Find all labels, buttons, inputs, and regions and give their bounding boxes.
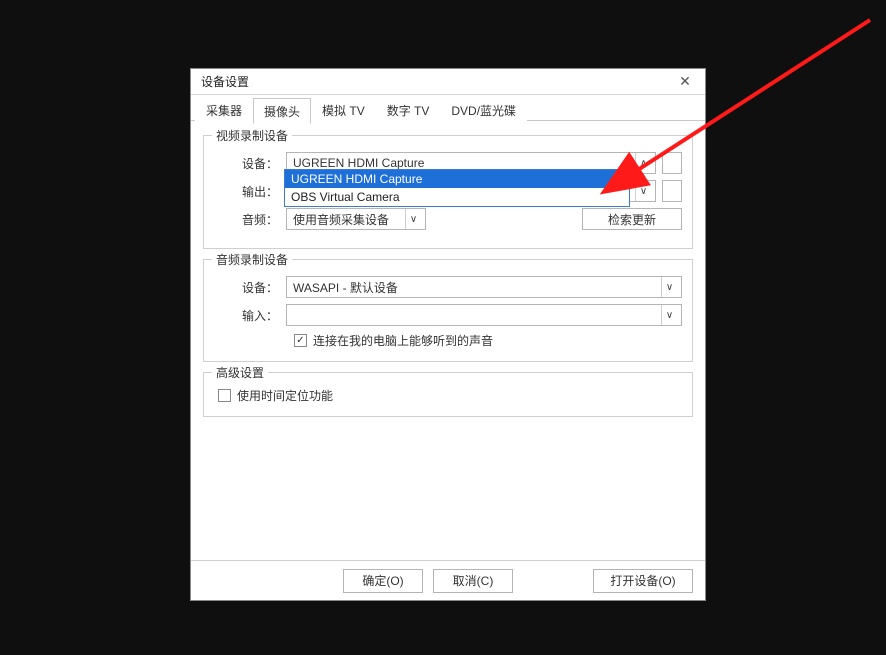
- audio-device-combo[interactable]: WASAPI - 默认设备 ∨: [286, 276, 682, 298]
- video-output-label: 输出：: [214, 183, 286, 200]
- video-group: 视频录制设备 设备： UGREEN HDMI Capture ∧ UGREEN …: [203, 135, 693, 249]
- tab-bar: 采集器 摄像头 模拟 TV 数字 TV DVD/蓝光碟: [191, 95, 705, 121]
- video-audio-label: 音频：: [214, 211, 286, 228]
- video-device-props-button[interactable]: [662, 152, 682, 174]
- video-device-label: 设备：: [214, 155, 286, 172]
- tab-capture[interactable]: 采集器: [195, 97, 253, 123]
- audio-device-row: 设备： WASAPI - 默认设备 ∨: [214, 276, 682, 298]
- chevron-up-icon: ∧: [635, 153, 651, 173]
- chevron-down-icon: ∨: [661, 277, 677, 297]
- video-audio-value: 使用音频采集设备: [293, 211, 389, 228]
- open-device-button[interactable]: 打开设备(O): [593, 569, 693, 593]
- tab-camera[interactable]: 摄像头: [253, 98, 311, 124]
- dialog-title: 设备设置: [201, 73, 249, 90]
- video-audio-combo[interactable]: 使用音频采集设备 ∨: [286, 208, 426, 230]
- chevron-down-icon: ∨: [635, 181, 651, 201]
- audio-monitor-row: ✓ 连接在我的电脑上能够听到的声音: [294, 332, 682, 349]
- titlebar: 设备设置 ✕: [191, 69, 705, 95]
- chevron-down-icon: ∨: [405, 209, 421, 229]
- audio-input-combo[interactable]: ∨: [286, 304, 682, 326]
- video-output-props-button[interactable]: [662, 180, 682, 202]
- audio-monitor-label: 连接在我的电脑上能够听到的声音: [313, 332, 493, 349]
- tab-digital-tv[interactable]: 数字 TV: [376, 97, 441, 123]
- time-seek-checkbox[interactable]: [218, 389, 231, 402]
- advanced-group: 高级设置 使用时间定位功能: [203, 372, 693, 417]
- close-button[interactable]: ✕: [671, 72, 699, 92]
- cancel-button[interactable]: 取消(C): [433, 569, 513, 593]
- chevron-down-icon: ∨: [661, 305, 677, 325]
- audio-device-value: WASAPI - 默认设备: [293, 279, 398, 296]
- audio-group: 音频录制设备 设备： WASAPI - 默认设备 ∨ 输入： ∨ ✓: [203, 259, 693, 362]
- audio-monitor-checkbox[interactable]: ✓: [294, 334, 307, 347]
- device-settings-dialog: 设备设置 ✕ 采集器 摄像头 模拟 TV 数字 TV DVD/蓝光碟 视频录制设…: [190, 68, 706, 601]
- audio-input-row: 输入： ∨: [214, 304, 682, 326]
- video-device-dropdown[interactable]: UGREEN HDMI Capture OBS Virtual Camera: [284, 169, 630, 207]
- advanced-group-title: 高级设置: [212, 364, 268, 381]
- ok-button[interactable]: 确定(O): [343, 569, 423, 593]
- close-icon: ✕: [679, 73, 691, 90]
- time-seek-row: 使用时间定位功能: [218, 387, 682, 404]
- video-group-title: 视频录制设备: [212, 127, 292, 144]
- dialog-content: 视频录制设备 设备： UGREEN HDMI Capture ∧ UGREEN …: [191, 121, 705, 560]
- dropdown-option-obs[interactable]: OBS Virtual Camera: [285, 188, 629, 206]
- tab-analog-tv[interactable]: 模拟 TV: [311, 97, 376, 123]
- video-device-value: UGREEN HDMI Capture: [293, 156, 424, 170]
- audio-device-label: 设备：: [214, 279, 286, 296]
- time-seek-label: 使用时间定位功能: [237, 387, 333, 404]
- check-icon: ✓: [296, 335, 304, 346]
- audio-input-label: 输入：: [214, 307, 286, 324]
- dialog-footer: 确定(O) 取消(C) 打开设备(O): [191, 560, 705, 600]
- search-update-button[interactable]: 检索更新: [582, 208, 682, 230]
- audio-group-title: 音频录制设备: [212, 251, 292, 268]
- dropdown-option-ugreen[interactable]: UGREEN HDMI Capture: [285, 170, 629, 188]
- tab-dvd[interactable]: DVD/蓝光碟: [440, 97, 527, 123]
- video-audio-row: 音频： 使用音频采集设备 ∨ 检索更新: [214, 208, 682, 230]
